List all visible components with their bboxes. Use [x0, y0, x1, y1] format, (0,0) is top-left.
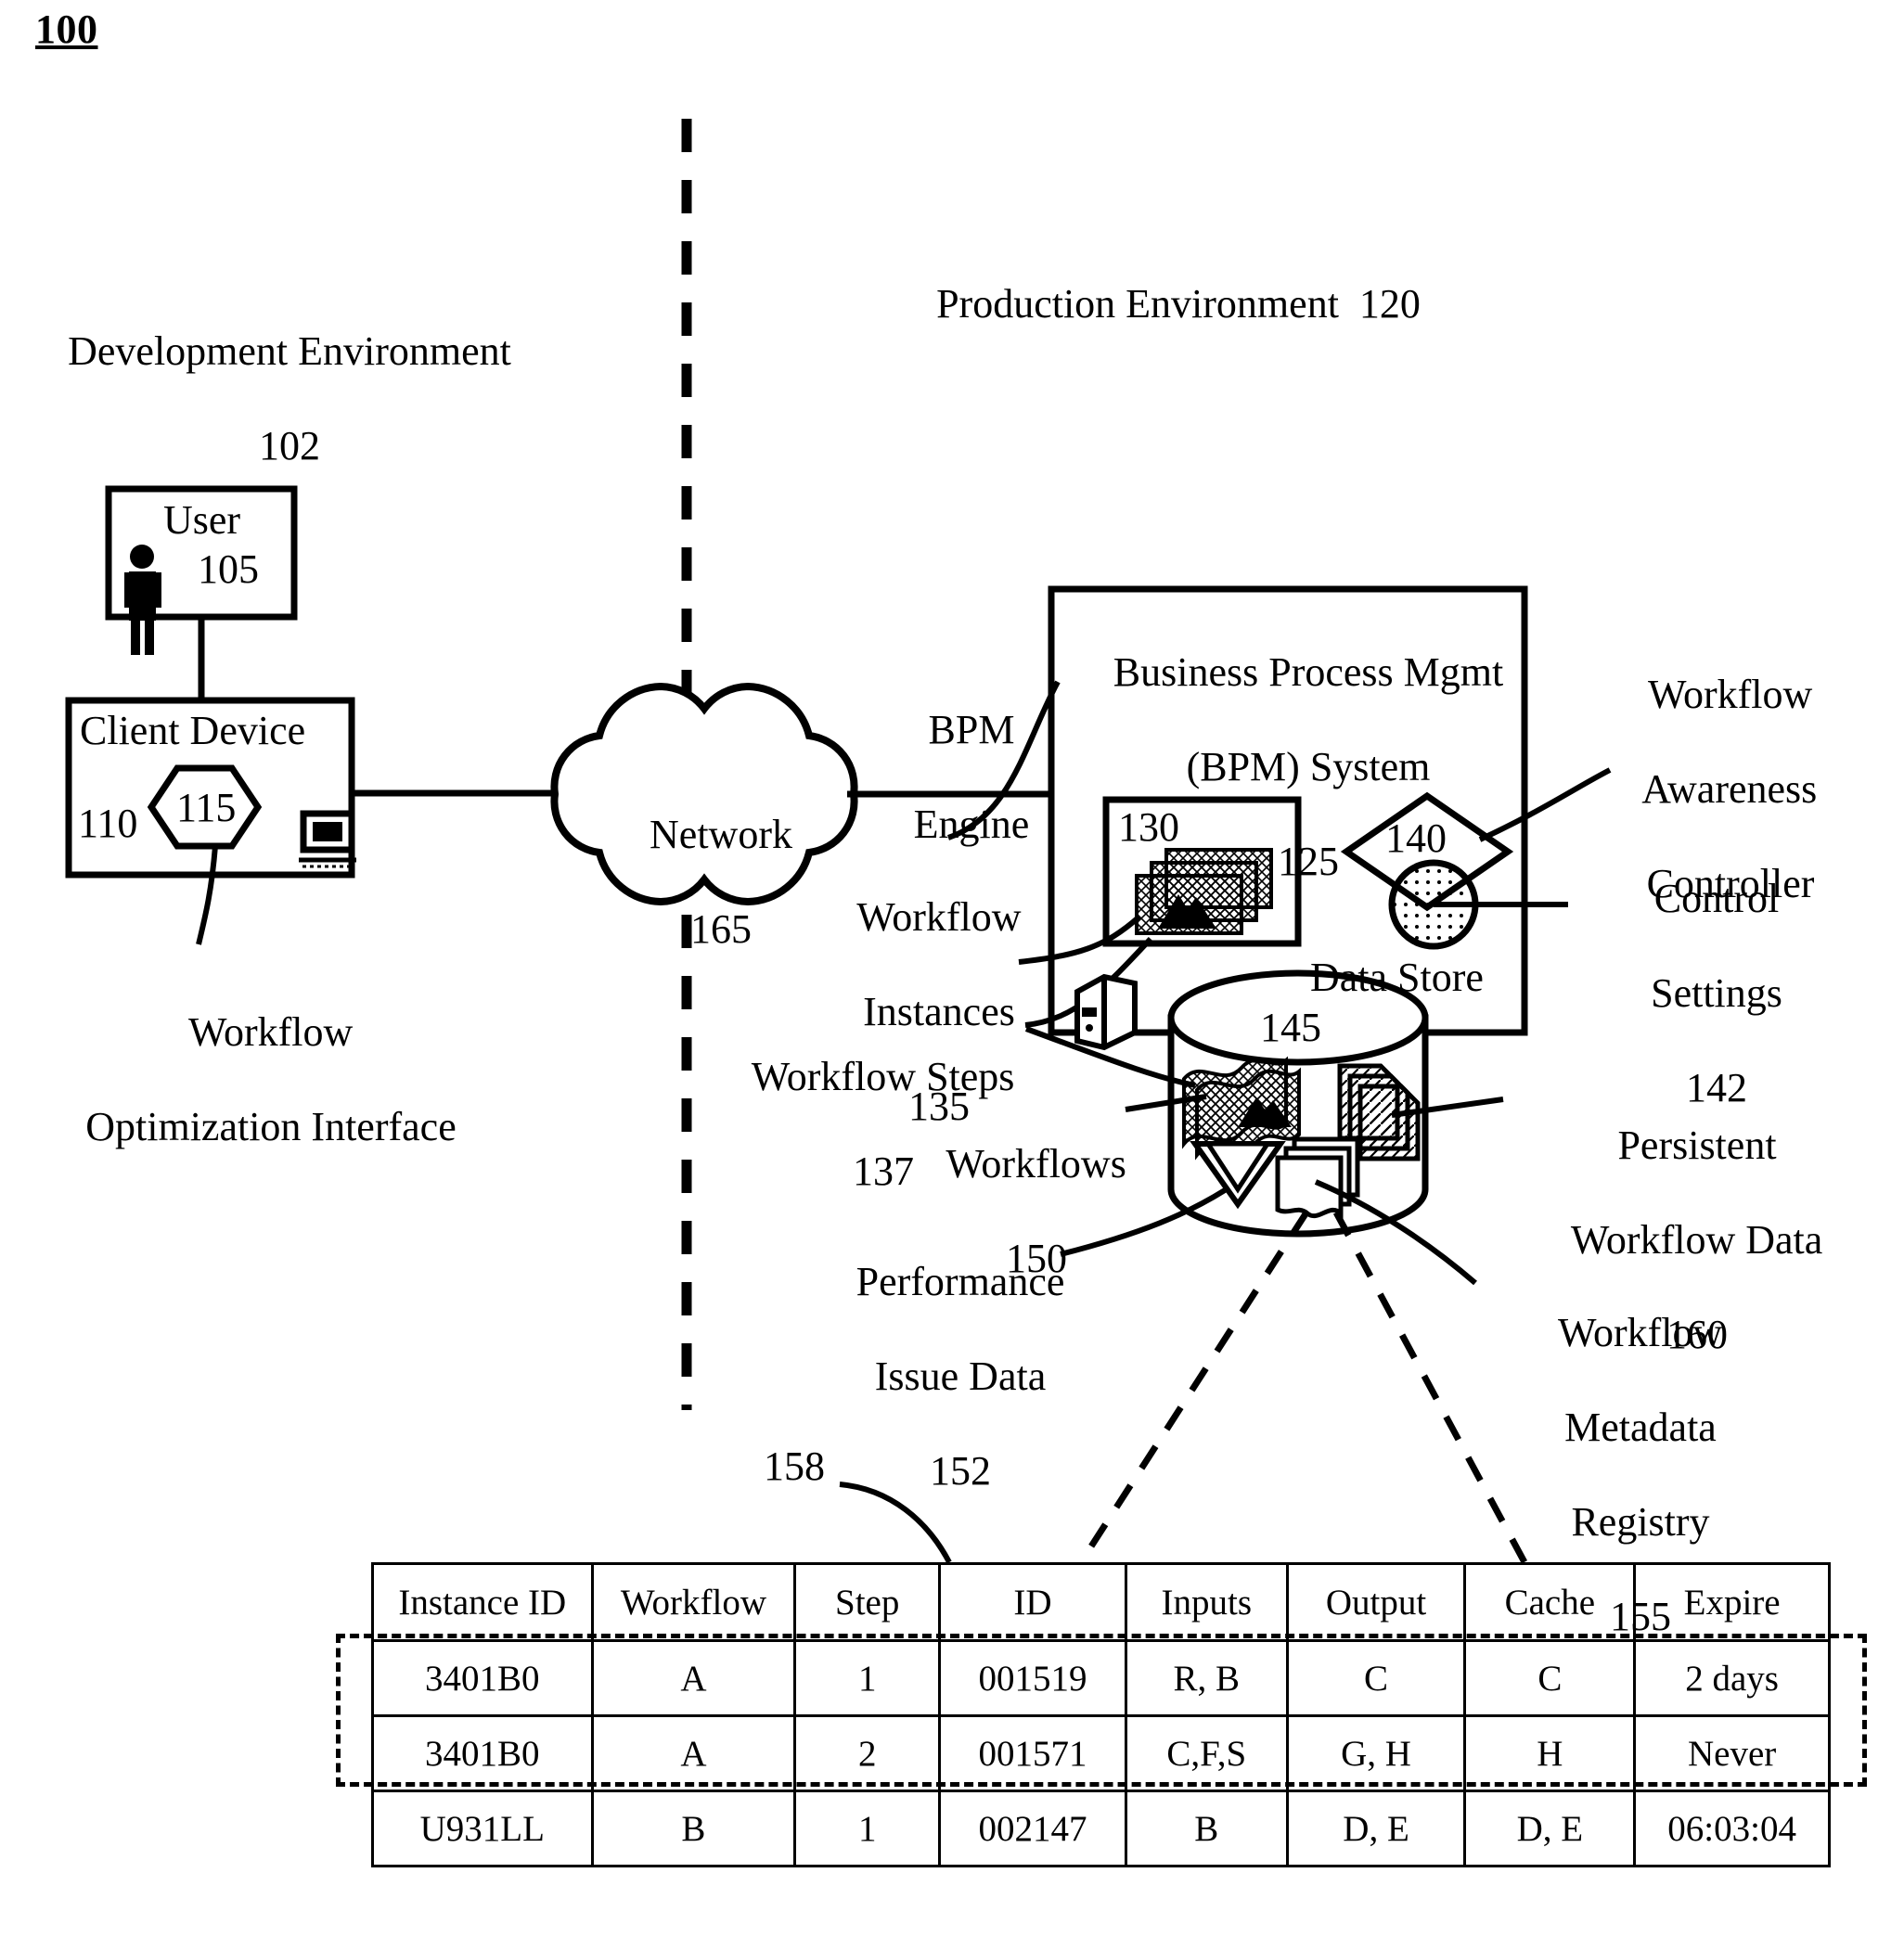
server-icon — [1074, 973, 1138, 1051]
cell-expire: 2 days — [1633, 1639, 1831, 1717]
cell-id: 001571 — [938, 1714, 1127, 1792]
patent-figure-100: 100 Development Environment 102 Producti… — [0, 0, 1904, 1950]
cell-cache: C — [1463, 1639, 1637, 1717]
workflow-awareness-controller-ref: 140 — [1385, 815, 1447, 861]
cell-step: 1 — [793, 1639, 942, 1717]
cell-expire: 06:03:04 — [1633, 1790, 1831, 1867]
cell-instance-id: 3401B0 — [371, 1714, 594, 1792]
table-row: U931LL B 1 002147 B D, E D, E 06:03:04 — [371, 1790, 1831, 1867]
column-header-instance-id: Instance ID — [371, 1562, 594, 1642]
network-label: Network 165 — [594, 763, 807, 1000]
column-header-expire: Expire — [1633, 1562, 1831, 1642]
table-row: 3401B0 A 2 001571 C,F,S G, H H Never — [371, 1714, 1831, 1792]
data-store-ref: 145 — [1260, 1005, 1321, 1050]
performance-issue-data-ref: 152 — [930, 1448, 991, 1495]
bpm-system-label: Business Process Mgmt (BPM) System 125 — [1113, 649, 1504, 885]
development-environment-name: Development Environment — [68, 328, 511, 375]
cell-inputs: C,F,S — [1124, 1714, 1289, 1792]
cell-workflow: A — [590, 1714, 797, 1792]
person-icon — [124, 545, 161, 655]
cell-step: 2 — [793, 1714, 942, 1792]
network-ref: 165 — [690, 906, 752, 953]
table-header-row: Instance ID Workflow Step ID Inputs Outp… — [371, 1562, 1831, 1642]
performance-issue-data-label: Performance Issue Data 152 — [856, 1259, 1065, 1495]
cell-instance-id: 3401B0 — [371, 1639, 594, 1717]
cell-expire: Never — [1633, 1714, 1831, 1792]
cell-instance-id: U931LL — [371, 1790, 594, 1867]
network-name: Network — [650, 812, 792, 858]
development-environment-label: Development Environment 102 — [9, 280, 529, 517]
workflow-metadata-registry-icon — [1275, 1136, 1360, 1220]
cell-step: 1 — [793, 1790, 942, 1867]
bpm-engine-ref: 130 — [1118, 804, 1179, 850]
figure-number: 100 — [35, 6, 98, 52]
client-device-ref: 110 — [78, 801, 138, 846]
column-header-cache: Cache — [1463, 1562, 1637, 1642]
column-header-id: ID — [938, 1562, 1127, 1642]
user-label: User — [162, 497, 241, 543]
production-environment-label: Production Environment 120 — [936, 281, 1421, 327]
table-row: 3401B0 A 1 001519 R, B C C 2 days — [371, 1639, 1831, 1717]
data-store-label: Data Store — [1310, 955, 1484, 1000]
client-device-interface-ref: 115 — [176, 785, 237, 830]
bpm-system-ref: 125 — [1278, 839, 1339, 885]
workflow-registry-table: Instance ID Workflow Step ID Inputs Outp… — [371, 1562, 1831, 1867]
monitor-icon — [299, 810, 356, 868]
cell-output: D, E — [1285, 1790, 1467, 1867]
registry-table-ref: 158 — [764, 1443, 825, 1489]
cell-id: 001519 — [938, 1639, 1127, 1717]
user-ref: 105 — [198, 546, 259, 592]
cell-inputs: R, B — [1124, 1639, 1289, 1717]
development-environment-ref: 102 — [259, 423, 320, 469]
client-device-label: Client Device — [80, 708, 306, 753]
cell-inputs: B — [1124, 1790, 1289, 1867]
cell-cache: D, E — [1463, 1790, 1637, 1867]
column-header-output: Output — [1285, 1562, 1467, 1642]
cell-output: G, H — [1285, 1714, 1467, 1792]
cell-output: C — [1285, 1639, 1467, 1717]
cell-cache: H — [1463, 1714, 1637, 1792]
cell-workflow: A — [590, 1639, 797, 1717]
column-header-step: Step — [793, 1562, 942, 1642]
workflow-optimization-interface-label: Workflow Optimization Interface — [85, 1009, 457, 1150]
column-header-workflow: Workflow — [590, 1562, 797, 1642]
column-header-inputs: Inputs — [1124, 1562, 1289, 1642]
cell-id: 002147 — [938, 1790, 1127, 1867]
woi-leader — [196, 845, 218, 945]
cell-workflow: B — [590, 1790, 797, 1867]
